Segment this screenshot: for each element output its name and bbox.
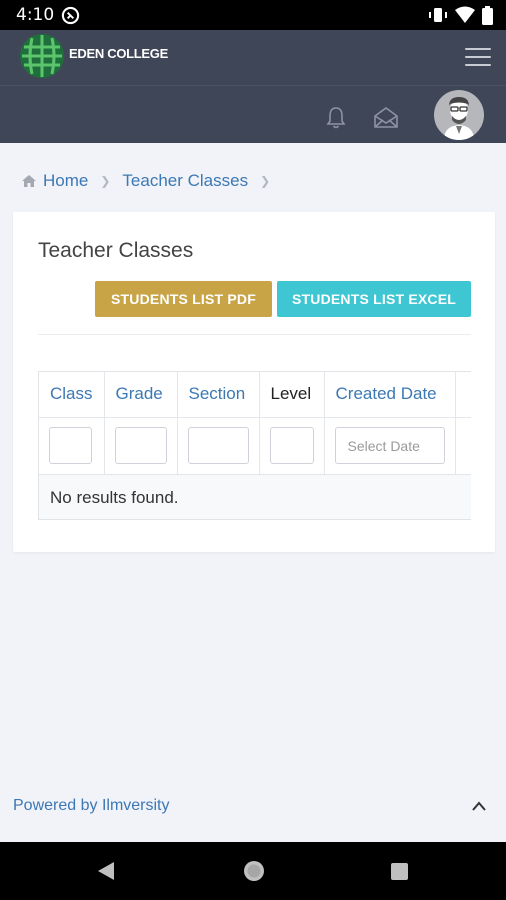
app-header: EDEN COLLEGE xyxy=(0,30,506,143)
level-filter-input[interactable] xyxy=(269,427,314,464)
column-header-level: Level xyxy=(259,372,325,418)
battery-icon xyxy=(482,6,493,25)
envelope-icon[interactable] xyxy=(373,106,399,130)
status-time: 4:10 xyxy=(16,5,55,25)
breadcrumb-home-link[interactable]: Home xyxy=(43,171,88,191)
recent-apps-icon[interactable] xyxy=(390,862,409,881)
grade-filter-input[interactable] xyxy=(114,427,167,464)
user-avatar-icon xyxy=(444,97,474,140)
teacher-classes-card: Teacher Classes STUDENTS LIST PDF STUDEN… xyxy=(13,212,495,552)
scroll-to-top-chevron-icon[interactable] xyxy=(471,800,487,812)
breadcrumb-chevron-icon: ❯ xyxy=(260,174,271,188)
android-navigation-bar xyxy=(0,842,506,900)
back-icon[interactable] xyxy=(96,861,116,881)
column-header-section[interactable]: Section xyxy=(177,372,260,418)
created-date-filter-input[interactable] xyxy=(334,427,445,464)
column-header-actions xyxy=(455,372,471,418)
class-filter-input[interactable] xyxy=(49,427,92,464)
students-list-excel-button[interactable]: STUDENTS LIST EXCEL xyxy=(277,281,471,317)
home-button-icon[interactable] xyxy=(242,859,266,883)
classes-table: Class Grade Section Level Created Date S… xyxy=(38,371,471,520)
college-logo-icon xyxy=(20,34,64,78)
column-header-grade[interactable]: Grade xyxy=(104,372,178,418)
status-bar: 4:10 xyxy=(0,0,506,30)
empty-table-message: No results found. xyxy=(39,475,471,519)
bell-icon[interactable] xyxy=(325,106,347,130)
card-divider xyxy=(38,334,471,335)
filter-row xyxy=(39,417,471,475)
breadcrumb: Home ❯ Teacher Classes ❯ xyxy=(21,169,282,193)
avatar[interactable] xyxy=(434,90,484,140)
powered-by-link[interactable]: Powered by Ilmversity xyxy=(13,797,170,815)
home-icon xyxy=(22,175,36,187)
breadcrumb-chevron-icon: ❯ xyxy=(100,174,111,188)
section-filter-input[interactable] xyxy=(187,427,249,464)
breadcrumb-current-link[interactable]: Teacher Classes xyxy=(122,171,248,191)
column-header-class[interactable]: Class xyxy=(39,372,105,418)
column-header-created-date[interactable]: Created Date xyxy=(324,372,456,418)
notification-app-icon xyxy=(61,6,80,25)
page-title: Teacher Classes xyxy=(38,239,194,262)
brand-name: EDEN COLLEGE xyxy=(69,46,168,61)
vibrate-icon xyxy=(429,8,447,22)
hamburger-menu-icon[interactable] xyxy=(465,48,491,68)
header-divider xyxy=(0,85,506,86)
wifi-icon xyxy=(455,6,475,23)
students-list-pdf-button[interactable]: STUDENTS LIST PDF xyxy=(95,281,272,317)
